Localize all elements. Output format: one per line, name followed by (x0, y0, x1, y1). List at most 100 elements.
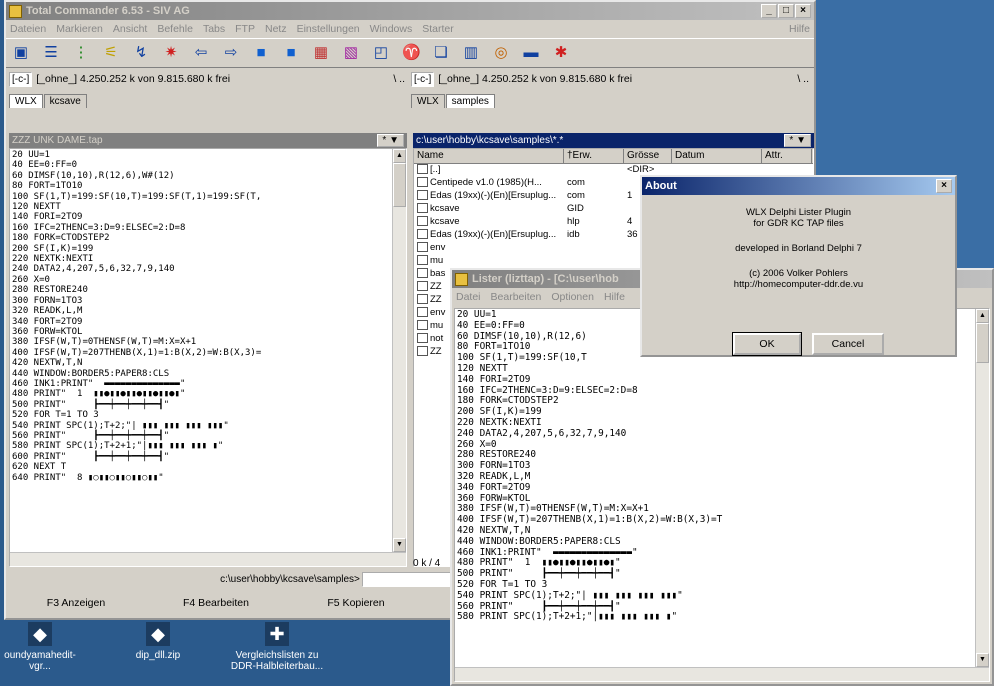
f3-view-button[interactable]: F3 Anzeigen (6, 594, 146, 614)
unpack-icon[interactable]: ■ (282, 44, 300, 62)
search-icon[interactable]: ▦ (312, 44, 330, 62)
maximize-icon[interactable]: □ (778, 4, 794, 18)
scroll-down-icon[interactable]: ▼ (976, 653, 989, 667)
back-icon[interactable]: ⇦ (192, 44, 210, 62)
ok-button[interactable]: OK (732, 332, 802, 356)
lister-hscroll[interactable] (455, 667, 989, 681)
tab-samples[interactable]: samples (445, 94, 495, 108)
lister-content[interactable]: 20 UU=1 40 EE=0:FF=0 60 DIMSF(10,10),R(1… (454, 308, 990, 682)
menu-tabs[interactable]: Tabs (203, 23, 225, 35)
tc-titlebar[interactable]: Total Commander 6.53 - SIV AG _ □ × (6, 2, 814, 20)
left-vscroll[interactable]: ▲ ▼ (392, 149, 406, 552)
file-icon (417, 242, 428, 253)
pack-icon[interactable]: ■ (252, 44, 270, 62)
right-history-button[interactable]: * ▼ (784, 134, 811, 147)
desktop-icon-1[interactable]: ◆ oundyamahedit-vgr... (0, 622, 80, 672)
right-drive-root[interactable]: \ .. (797, 73, 809, 85)
winzip-icon: ◆ (146, 622, 170, 646)
menu-ansicht[interactable]: Ansicht (113, 23, 147, 35)
left-quickview[interactable]: 20 UU=1 40 EE=0:FF=0 60 DIMSF(10,10),R(1… (9, 148, 407, 567)
file-ext (564, 242, 624, 255)
scroll-thumb[interactable] (976, 323, 989, 363)
col-ext[interactable]: †Erw. (564, 149, 624, 163)
thumbnails-icon[interactable]: ⚟ (102, 44, 120, 62)
file-icon (417, 229, 428, 240)
forward-icon[interactable]: ⇨ (222, 44, 240, 62)
lister-app-icon (455, 272, 468, 286)
close-icon[interactable]: × (936, 179, 952, 193)
right-tabs: WLX samples (408, 90, 812, 108)
tree-icon[interactable]: ⋮ (72, 44, 90, 62)
file-icon (417, 307, 428, 318)
file-name-cell: Edas (19xx)(-)(En)[Ersuplug... (414, 190, 564, 203)
f4-edit-button[interactable]: F4 Bearbeiten (146, 594, 286, 614)
f5-copy-button[interactable]: F5 Kopieren (286, 594, 426, 614)
desktop-icon-2[interactable]: ◆ dip_dll.zip (118, 622, 198, 661)
refresh-icon[interactable]: ▣ (12, 44, 30, 62)
scroll-up-icon[interactable]: ▲ (976, 309, 989, 323)
compare-icon[interactable]: ▥ (462, 44, 480, 62)
file-name: ZZ (430, 281, 442, 292)
menu-hilfe-lister[interactable]: Hilfe (604, 291, 625, 303)
file-name-cell: env (414, 242, 564, 255)
scroll-down-icon[interactable]: ▼ (393, 538, 406, 552)
left-hscroll[interactable] (10, 552, 406, 566)
lister-vscroll[interactable]: ▲ ▼ (975, 309, 989, 667)
left-history-button[interactable]: * ▼ (377, 134, 404, 147)
sync-icon[interactable]: ◎ (492, 44, 510, 62)
col-name[interactable]: Name (414, 149, 564, 163)
menu-windows[interactable]: Windows (370, 23, 413, 35)
about-line-5: http://homecomputer-ddr.de.vu (733, 279, 864, 290)
brief-view-icon[interactable]: ☰ (42, 44, 60, 62)
minimize-icon[interactable]: _ (761, 4, 777, 18)
tc-menubar: Dateien Markieren Ansicht Befehle Tabs F… (6, 20, 814, 38)
menu-ftp[interactable]: FTP (235, 23, 255, 35)
col-date[interactable]: Datum (672, 149, 762, 163)
desktop-icon-3[interactable]: ✚ Vergleichslisten zu DDR-Halbleiterbau.… (222, 622, 332, 672)
col-size[interactable]: Grösse (624, 149, 672, 163)
tab-wlx-right[interactable]: WLX (411, 94, 445, 108)
bug-icon[interactable]: ✱ (552, 44, 570, 62)
ftp-icon[interactable]: ◰ (372, 44, 390, 62)
menu-einstellungen[interactable]: Einstellungen (297, 23, 360, 35)
file-name: kcsave (430, 216, 460, 227)
winzip-icon: ◆ (28, 622, 52, 646)
file-name: mu (430, 320, 444, 331)
menu-bearbeiten[interactable]: Bearbeiten (491, 291, 542, 303)
left-drive-root[interactable]: \ .. (393, 73, 405, 85)
col-attr[interactable]: Attr. (762, 149, 812, 163)
scroll-up-icon[interactable]: ▲ (393, 149, 406, 163)
copy-names-icon[interactable]: ❏ (432, 44, 450, 62)
star-icon[interactable]: ✷ (162, 44, 180, 62)
file-name: env (430, 242, 446, 253)
right-drive-select[interactable]: [-c-] (411, 71, 435, 87)
about-body: WLX Delphi Lister Plugin for GDR KC TAP … (642, 195, 955, 290)
menu-dateien[interactable]: Dateien (10, 23, 46, 35)
lister-icon[interactable]: ▬ (522, 44, 540, 62)
file-icon (417, 320, 428, 331)
menu-befehle[interactable]: Befehle (157, 23, 193, 35)
file-name: Centipede v1.0 (1985)(H... (430, 177, 542, 188)
file-icon (417, 203, 428, 214)
file-icon (417, 190, 428, 201)
tab-kcsave[interactable]: kcsave (43, 94, 87, 108)
file-ext: com (567, 177, 585, 188)
about-titlebar[interactable]: About × (642, 177, 955, 195)
ftp-new-icon[interactable]: ♈ (402, 44, 421, 62)
left-drive-select[interactable]: [-c-] (9, 71, 33, 87)
about-title: About (645, 180, 677, 192)
cancel-button[interactable]: Cancel (812, 333, 884, 355)
menu-markieren[interactable]: Markieren (56, 23, 103, 35)
menu-datei[interactable]: Datei (456, 291, 481, 303)
scroll-thumb[interactable] (393, 163, 406, 207)
menu-netz[interactable]: Netz (265, 23, 287, 35)
sort-icon[interactable]: ↯ (132, 44, 150, 62)
menu-starter[interactable]: Starter (422, 23, 454, 35)
tab-wlx-left[interactable]: WLX (9, 94, 43, 108)
close-icon[interactable]: × (795, 4, 811, 18)
menu-optionen[interactable]: Optionen (551, 291, 594, 303)
rename-icon[interactable]: ▧ (342, 44, 360, 62)
file-icon (417, 346, 428, 357)
file-name: ZZ (430, 346, 442, 357)
menu-hilfe[interactable]: Hilfe (789, 23, 810, 35)
